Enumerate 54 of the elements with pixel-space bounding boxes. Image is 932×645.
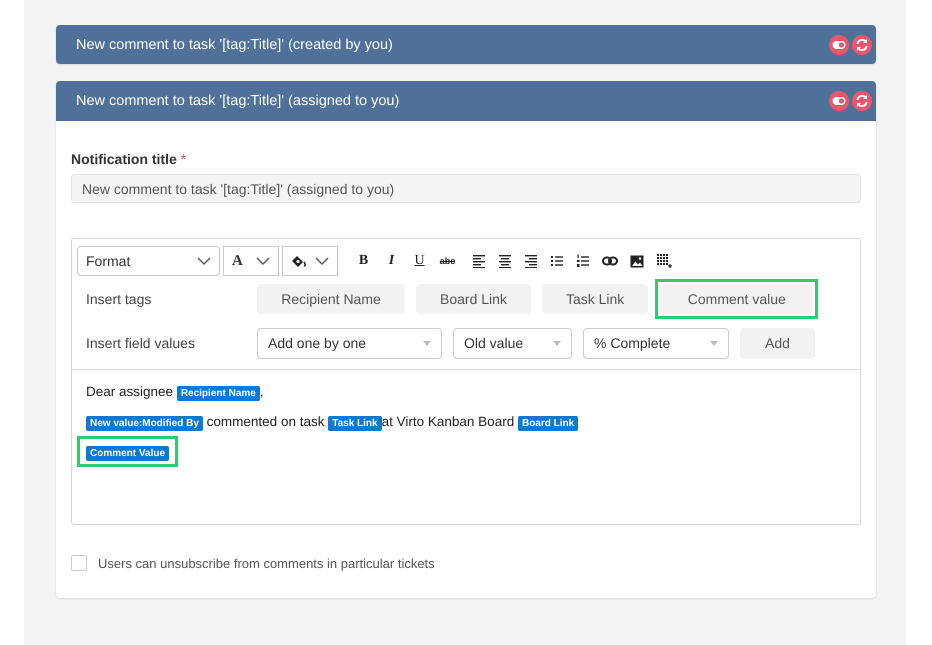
bulleted-list-icon[interactable] xyxy=(550,254,564,268)
required-mark: * xyxy=(180,151,186,167)
insert-tags-label: Insert tags xyxy=(86,291,152,307)
tag-chip: Recipient Name xyxy=(176,386,260,400)
checkbox[interactable] xyxy=(71,555,87,571)
italic-button[interactable]: I xyxy=(379,253,404,269)
field-dropdown[interactable]: Add one by one xyxy=(257,328,442,358)
card-title: New comment to task '[tag:Title]' (created by you) xyxy=(76,36,394,52)
toggle-icon[interactable] xyxy=(829,91,849,111)
align-center-icon[interactable] xyxy=(498,254,512,268)
insert-field-label: Insert field values xyxy=(86,335,196,351)
tag-button[interactable]: Task Link xyxy=(542,284,648,314)
checkbox-label: Users can unsubscribe from comments in particular tickets xyxy=(98,556,435,570)
card-header[interactable]: New comment to task '[tag:Title]' (created by you) xyxy=(56,25,876,64)
tag-chip: Board Link xyxy=(518,416,578,430)
field-label: Notification title * xyxy=(71,151,188,167)
paint-bucket-icon xyxy=(291,254,307,268)
field-dropdown[interactable]: % Complete xyxy=(583,328,729,358)
body-text: , xyxy=(260,384,264,398)
link-icon[interactable] xyxy=(602,256,618,266)
numbered-list-icon[interactable] xyxy=(576,254,590,268)
body-text: Dear assignee xyxy=(86,384,174,398)
add-button[interactable]: Add xyxy=(740,328,815,358)
refresh-icon[interactable] xyxy=(852,91,872,111)
tag-button[interactable]: Comment value xyxy=(660,284,814,314)
caret-icon xyxy=(553,340,561,346)
tag-chip: Task Link xyxy=(328,416,382,430)
table-icon[interactable] xyxy=(656,253,672,269)
tag-chip: New value:Modified By xyxy=(86,416,203,430)
chevron-icon xyxy=(315,257,329,265)
font-color-dropdown[interactable]: A xyxy=(223,246,279,276)
body-text: commented on task xyxy=(206,414,326,428)
title-input[interactable]: New comment to task '[tag:Title]' (assigned to you) xyxy=(71,174,861,203)
background-color-dropdown[interactable] xyxy=(282,246,338,276)
caret-icon xyxy=(423,340,431,346)
card-header[interactable]: New comment to task '[tag:Title]' (assigned to you) xyxy=(56,81,876,121)
tag-button[interactable]: Recipient Name xyxy=(257,284,405,314)
chevron-icon xyxy=(256,257,270,265)
format-dropdown[interactable]: Format xyxy=(77,246,220,276)
toggle-icon[interactable] xyxy=(829,34,849,54)
chevron-icon xyxy=(197,257,211,265)
tag-button[interactable]: Board Link xyxy=(416,284,531,314)
card-title: New comment to task '[tag:Title]' (assigned to you) xyxy=(76,93,400,109)
align-left-icon[interactable] xyxy=(472,254,486,268)
field-dropdown[interactable]: Old value xyxy=(453,328,572,358)
bold-button[interactable]: B xyxy=(351,253,376,269)
refresh-icon[interactable] xyxy=(852,34,872,54)
align-right-icon[interactable] xyxy=(524,254,538,268)
body-text: at Virto Kanban Board xyxy=(382,414,516,428)
caret-icon xyxy=(710,340,718,346)
strikethrough-button[interactable]: abc xyxy=(435,256,460,266)
image-icon[interactable] xyxy=(630,254,644,268)
tag-chip: Comment Value xyxy=(86,446,170,460)
underline-button[interactable]: U xyxy=(407,253,432,269)
